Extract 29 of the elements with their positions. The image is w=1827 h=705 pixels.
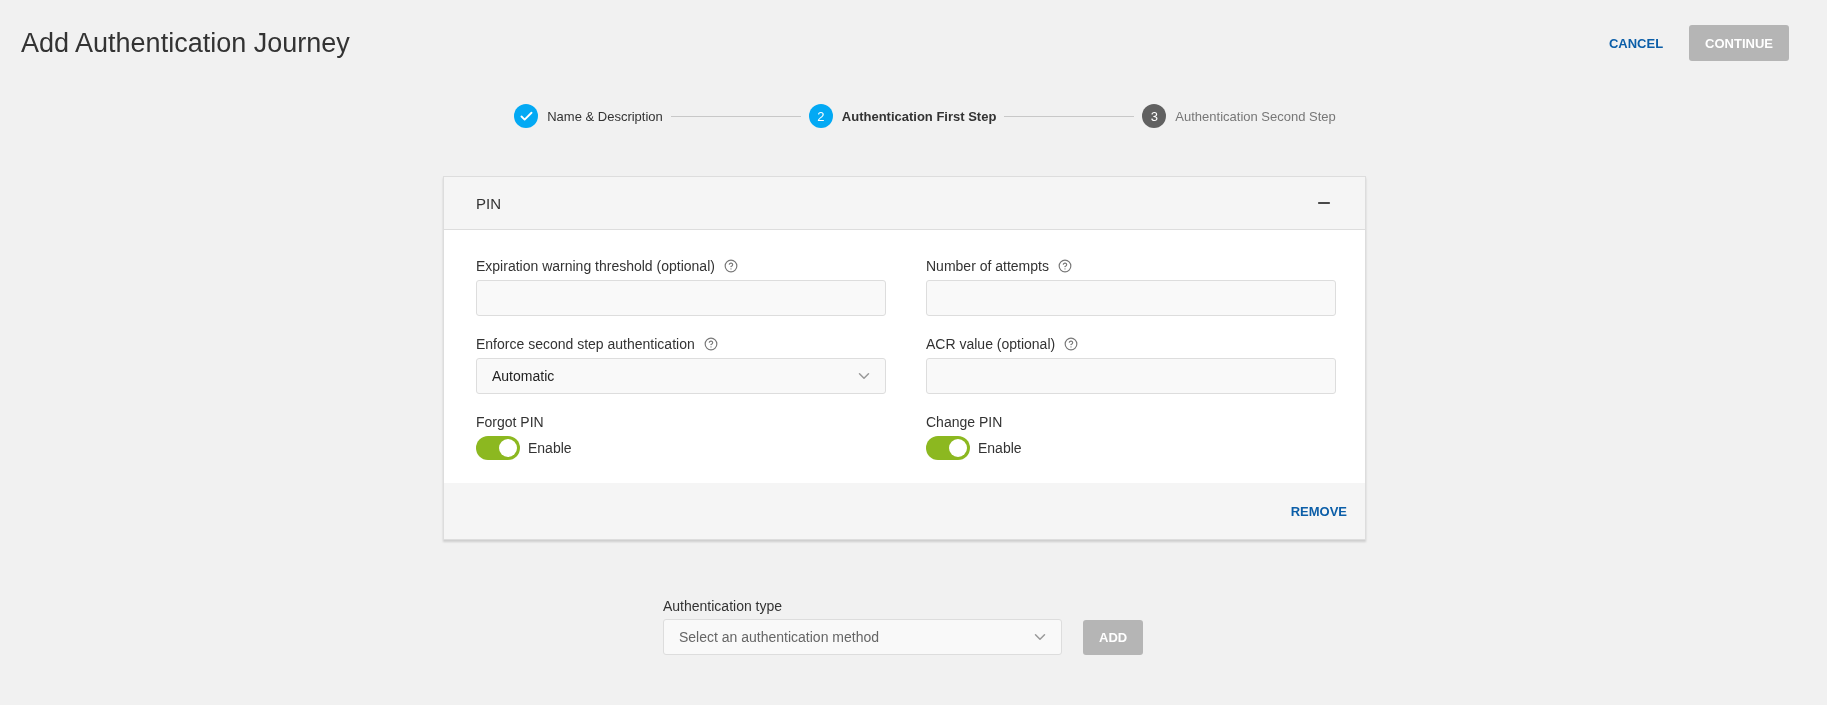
field-label: Enforce second step authentication — [476, 336, 695, 352]
remove-button[interactable]: REMOVE — [1286, 497, 1351, 525]
step-label: Name & Description — [547, 108, 663, 124]
toggle-label: Enable — [978, 440, 1022, 456]
text-input[interactable] — [926, 358, 1336, 394]
step-label: Authentication Second Step — [1175, 108, 1336, 124]
field-label: ACR value (optional) — [926, 336, 1056, 352]
toggle-switch[interactable] — [476, 436, 520, 460]
cancel-button[interactable]: CANCEL — [1604, 29, 1668, 57]
field-label: Expiration warning threshold (optional) — [476, 258, 715, 274]
text-input[interactable] — [476, 280, 886, 316]
field-label: Number of attempts — [926, 258, 1049, 274]
step-number: 3 — [1142, 104, 1167, 128]
dropdown-select[interactable]: Select an authentication method — [663, 619, 1062, 655]
help-icon[interactable] — [1057, 259, 1072, 273]
help-icon[interactable] — [723, 259, 738, 273]
dropdown-select[interactable]: Automatic — [476, 358, 886, 394]
step-label: Authentication First Step — [841, 108, 997, 124]
card-title: PIN — [476, 194, 501, 212]
help-icon[interactable] — [1064, 337, 1079, 351]
field-label: Forgot PIN — [476, 414, 545, 430]
page-title: Add Authentication Journey — [21, 27, 350, 59]
toggle-switch[interactable] — [926, 436, 970, 460]
field-label: Authentication type — [663, 598, 784, 614]
help-icon[interactable] — [703, 337, 718, 351]
field-label: Change PIN — [926, 414, 1004, 430]
step-number: 2 — [808, 104, 833, 128]
toggle-label: Enable — [528, 440, 572, 456]
text-input[interactable] — [926, 280, 1336, 316]
